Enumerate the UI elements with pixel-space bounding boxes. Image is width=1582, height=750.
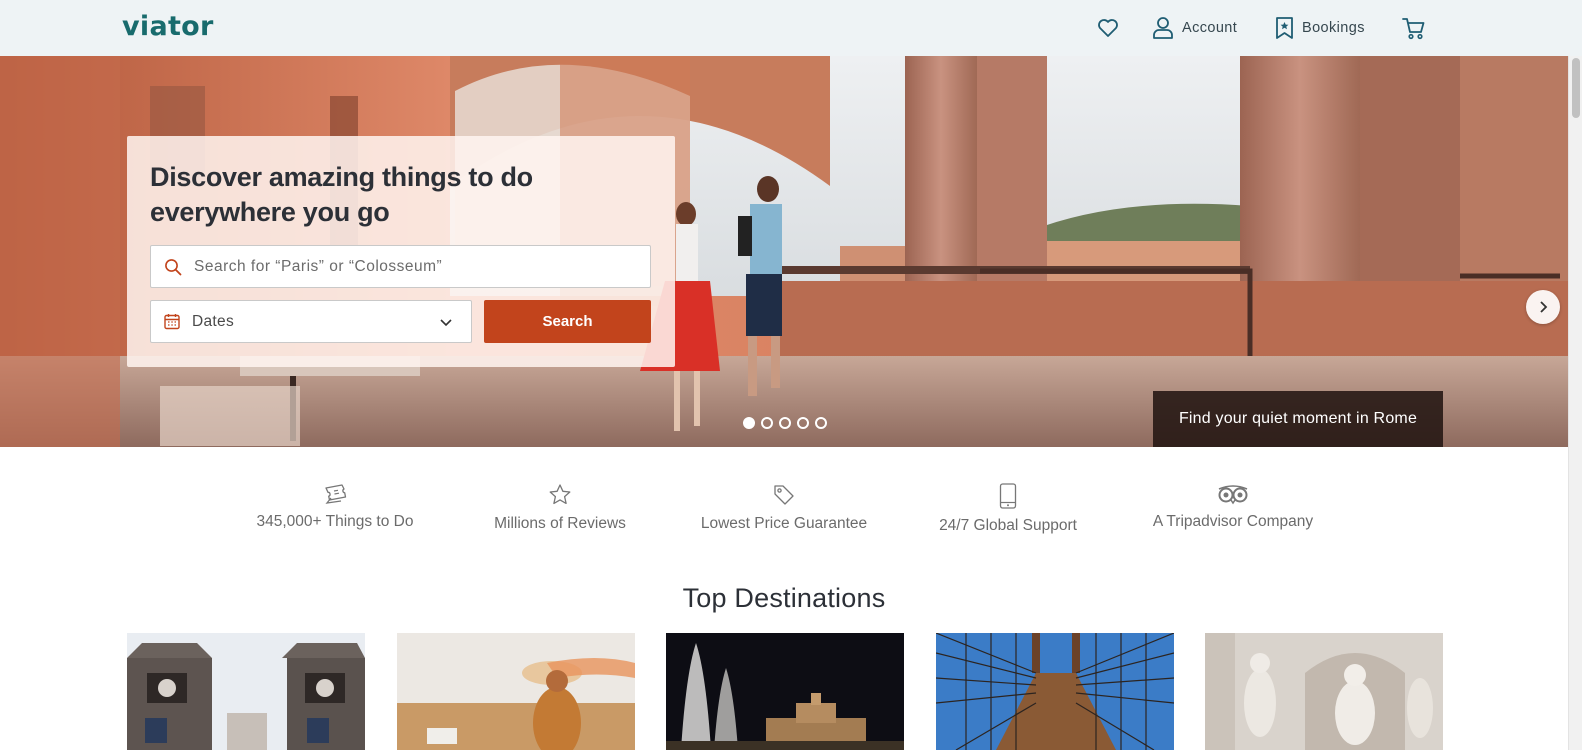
bookmark-icon — [1276, 17, 1293, 39]
destination-card-5[interactable] — [1205, 633, 1443, 750]
viator-logo[interactable]: viator — [122, 11, 214, 42]
dates-label: Dates — [192, 312, 234, 330]
destination-image — [397, 633, 635, 750]
search-input[interactable]: Search for “Paris” or “Colosseum” — [150, 245, 651, 288]
destination-card-3[interactable] — [666, 633, 904, 750]
chevron-right-icon — [1540, 301, 1548, 313]
phone-icon — [999, 483, 1017, 509]
feature-label: A Tripadvisor Company — [1152, 513, 1314, 530]
price-tag-icon — [774, 485, 794, 505]
page-scrollbar[interactable] — [1568, 56, 1582, 750]
hero-banner: Discover amazing things to do everywhere… — [0, 56, 1568, 447]
destination-card-1[interactable] — [127, 633, 365, 750]
top-destinations-title: Top Destinations — [682, 583, 886, 613]
search-icon — [165, 258, 182, 275]
carousel-dot-5[interactable] — [815, 417, 827, 429]
destination-card-4[interactable] — [936, 633, 1174, 750]
cart-button[interactable] — [1402, 14, 1426, 42]
bookings-label: Bookings — [1302, 20, 1365, 36]
account-label: Account — [1182, 20, 1238, 36]
account-button[interactable]: Account — [1152, 14, 1237, 42]
destination-image — [666, 633, 904, 750]
user-icon — [1153, 17, 1173, 39]
bookings-button[interactable]: Bookings — [1275, 14, 1365, 42]
tripadvisor-owl-icon — [1218, 485, 1248, 505]
feature-label: Lowest Price Guarantee — [700, 515, 868, 532]
star-icon — [549, 484, 571, 505]
carousel-dot-3[interactable] — [779, 417, 791, 429]
feature-tripadvisor: A Tripadvisor Company — [1123, 483, 1343, 531]
wishlist-button[interactable] — [1097, 14, 1119, 42]
feature-label: 24/7 Global Support — [939, 517, 1077, 534]
search-button[interactable]: Search — [484, 300, 651, 343]
feature-support: 24/7 Global Support — [898, 483, 1118, 535]
carousel-dots — [743, 417, 827, 429]
hero-caption: Find your quiet moment in Rome — [1153, 391, 1443, 447]
scrollbar-thumb[interactable] — [1572, 58, 1580, 118]
heart-icon — [1098, 19, 1118, 37]
carousel-dot-2[interactable] — [761, 417, 773, 429]
carousel-dot-4[interactable] — [797, 417, 809, 429]
cart-icon — [1402, 18, 1425, 40]
feature-reviews: Millions of Reviews — [450, 483, 670, 533]
destination-card-2[interactable] — [397, 633, 635, 750]
top-header: viator Account Bookings — [0, 0, 1582, 56]
chevron-down-icon — [440, 319, 452, 327]
dates-picker[interactable]: Dates — [150, 300, 472, 343]
feature-price-guarantee: Lowest Price Guarantee — [674, 483, 894, 533]
feature-things-to-do: 345,000+ Things to Do — [225, 483, 445, 531]
search-card: Discover amazing things to do everywhere… — [127, 136, 675, 367]
ticket-icon — [325, 484, 347, 504]
feature-label: Millions of Reviews — [494, 515, 626, 532]
carousel-dot-1[interactable] — [743, 417, 755, 429]
destination-image — [1205, 633, 1443, 750]
destination-image — [936, 633, 1174, 750]
feature-label: 345,000+ Things to Do — [256, 513, 414, 530]
search-placeholder: Search for “Paris” or “Colosseum” — [194, 257, 443, 275]
destination-image — [127, 633, 365, 750]
calendar-icon — [164, 314, 180, 330]
hero-headline: Discover amazing things to do everywhere… — [150, 162, 533, 227]
hero-next-button[interactable] — [1526, 290, 1560, 324]
